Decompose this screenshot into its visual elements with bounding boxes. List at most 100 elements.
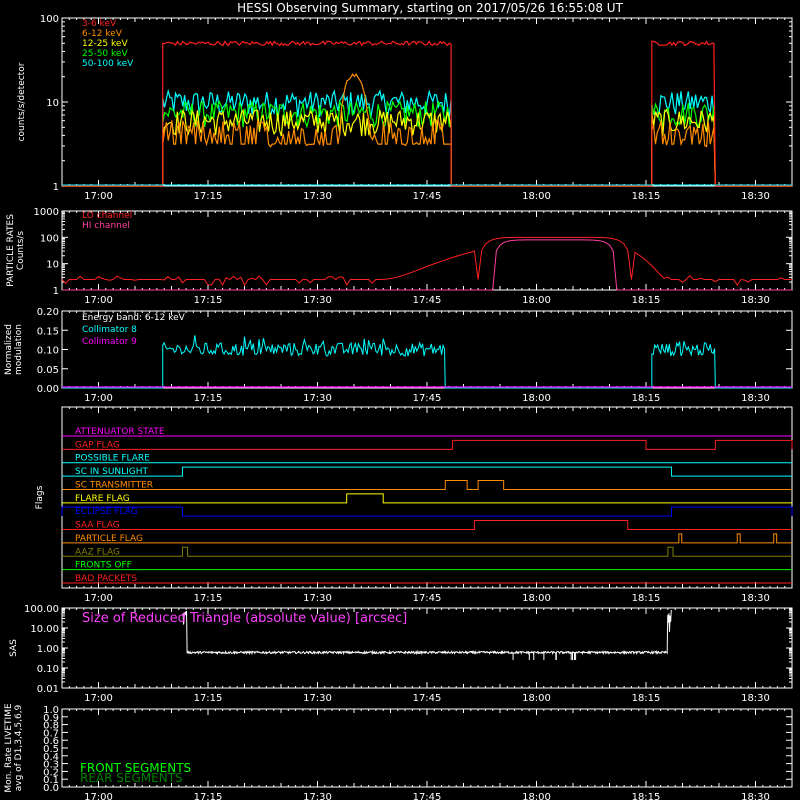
time-tick-label: 17:15	[194, 792, 223, 800]
time-tick-label: 18:00	[522, 792, 551, 800]
time-tick-label: 17:30	[303, 191, 332, 202]
particle-rates-ytick-label: 1000	[34, 207, 59, 218]
time-tick-label: 17:15	[194, 693, 223, 704]
particle-rates-ytick-label: 1	[53, 286, 59, 297]
time-tick-label: 18:15	[632, 693, 661, 704]
flags-frame	[61, 406, 793, 589]
plot-title: HESSI Observing Summary, starting on 201…	[237, 1, 623, 15]
flag-line-AAZ-FLAG	[62, 546, 792, 557]
livetime-ylabel: avg of D1,3,4,5,6,9	[14, 704, 24, 791]
time-tick-label: 17:00	[84, 593, 113, 604]
modulation-ytick-label: 0.20	[37, 307, 59, 318]
modulation-ylabel: modulation	[14, 324, 24, 375]
time-tick-label: 18:00	[522, 191, 551, 202]
flag-label-FRONTS-OFF: FRONTS OFF	[75, 561, 132, 571]
modulation-ytick-label: 0.05	[37, 365, 59, 376]
legend-Collimator-8: Collimator 8	[82, 325, 137, 335]
time-tick-label: 18:30	[741, 393, 770, 404]
time-tick-label: 18:00	[522, 295, 551, 306]
flag-label-SC-TRANSMITTER: SC TRANSMITTER	[75, 480, 153, 490]
sas-ytick-label: 10.00	[30, 624, 59, 635]
energy-band-label: Energy band: 6-12 keV	[82, 313, 186, 323]
count-rates-panel: 17:00 17:15 17:30 17:45 18:00 18:15 18:30 1 10 10…	[17, 14, 793, 202]
particle-rates-ytick-label: 100	[40, 233, 59, 244]
count-rates-ytick-label: 100	[40, 14, 59, 25]
count-rates-ytick-label: 1	[53, 182, 59, 193]
time-tick-label: 18:15	[632, 792, 661, 800]
time-tick-label: 17:45	[413, 792, 442, 800]
legend-6-12-keV: 6-12 keV	[82, 29, 123, 39]
flag-line-ECLIPSE-FLAG	[61, 506, 793, 517]
flag-label-SAA-FLAG: SAA FLAG	[75, 521, 120, 531]
count-rates-ytick-label: 10	[46, 98, 59, 109]
time-tick-label: 17:00	[84, 191, 113, 202]
time-tick-label: 17:15	[194, 593, 223, 604]
livetime-panel: 17:00 17:15 17:30 17:45 18:00 18:15 18:300.00.…	[4, 703, 793, 800]
flags-ylabel: Flags	[35, 485, 45, 509]
time-tick-label: 17:15	[194, 295, 223, 306]
flag-line-SAA-FLAG	[62, 520, 792, 531]
flag-line-PARTICLE-FLAG	[62, 533, 792, 544]
flag-label-AAZ-FLAG: AAZ FLAG	[75, 547, 120, 557]
time-tick-label: 17:30	[303, 792, 332, 800]
time-tick-label: 18:00	[522, 393, 551, 404]
legend-25-50-keV: 25-50 keV	[82, 49, 128, 59]
sas-annotation: Size of Reduced Triangle (absolute value…	[82, 611, 407, 626]
flag-label-SC-IN-SUNLIGHT: SC IN SUNLIGHT	[75, 467, 149, 477]
time-tick-label: 18:30	[741, 191, 770, 202]
flag-line-SC-IN-SUNLIGHT	[62, 466, 792, 477]
particle-rates-ytick-label: 10	[46, 260, 59, 271]
flag-label-ATTENUATOR-STATE: ATTENUATOR STATE	[75, 427, 165, 437]
legend-12-25-keV: 12-25 keV	[82, 39, 128, 49]
flag-label-PARTICLE-FLAG: PARTICLE FLAG	[75, 534, 143, 544]
time-tick-label: 17:15	[194, 191, 223, 202]
particle-rates-ylabel: Counts/s	[16, 231, 26, 270]
time-tick-label: 17:30	[303, 693, 332, 704]
series-line-collimator-8	[62, 335, 792, 389]
particle-rates-frame	[61, 210, 793, 291]
time-tick-label: 17:30	[303, 593, 332, 604]
flag-label-ECLIPSE-FLAG: ECLIPSE FLAG	[75, 507, 138, 517]
series-line-6-12-keV	[62, 73, 792, 187]
time-tick-label: 18:00	[522, 593, 551, 604]
time-tick-label: 18:15	[632, 393, 661, 404]
legend-REAR-SEGMENTS: REAR SEGMENTS	[80, 771, 183, 785]
sas-ytick-label: 0.01	[37, 684, 59, 695]
time-tick-label: 18:15	[632, 593, 661, 604]
time-tick-label: 18:15	[632, 295, 661, 306]
flags-panel: 17:00 17:15 17:30 17:45 18:00 18:15 18:30 Flags…	[35, 406, 793, 604]
sas-ytick-label: 100.00	[24, 604, 59, 615]
time-tick-label: 17:00	[84, 693, 113, 704]
sas-ytick-label: 0.10	[37, 664, 59, 675]
time-tick-label: 17:30	[303, 295, 332, 306]
time-tick-label: 17:00	[84, 295, 113, 306]
time-tick-label: 18:30	[741, 593, 770, 604]
legend-HI-channel: HI channel	[82, 221, 130, 231]
flag-line-GAP-FLAG	[62, 439, 793, 450]
legend-50-100-keV: 50-100 keV	[82, 59, 134, 69]
time-tick-label: 17:15	[194, 393, 223, 404]
livetime-ytick-label: 1.0	[43, 705, 59, 716]
flag-line-FLARE-FLAG	[62, 493, 792, 504]
count-rates-ylabel: counts/s/detector	[17, 62, 27, 141]
sas-ylabel: SAS	[9, 639, 19, 657]
series-line-LO-channel	[61, 236, 792, 287]
time-tick-label: 18:30	[741, 693, 770, 704]
hessi-summary-plot: HESSI Observing Summary, starting on 201…	[4, 1, 793, 800]
flag-label-POSSIBLE-FLARE: POSSIBLE FLARE	[75, 454, 150, 464]
modulation-ytick-label: 0.15	[37, 326, 59, 337]
flag-label-BAD-PACKETS: BAD PACKETS	[75, 574, 137, 584]
particle-rates-panel: 17:00 17:15 17:30 17:45 18:00 18:15 18:30 1 10 10…	[6, 207, 793, 306]
modulation-ytick-label: 0.00	[37, 384, 59, 395]
sas-ytick-label: 1.00	[37, 644, 59, 655]
time-tick-label: 18:00	[522, 693, 551, 704]
time-tick-label: 17:00	[84, 393, 113, 404]
time-tick-label: 17:30	[303, 393, 332, 404]
legend-LO-channel: LO channel	[82, 211, 132, 221]
sas-panel: 17:00 17:15 17:30 17:45 18:00 18:15 18:30 0.01 0…	[9, 604, 793, 704]
time-tick-label: 17:45	[413, 295, 442, 306]
time-tick-label: 17:45	[413, 393, 442, 404]
time-tick-label: 17:00	[84, 792, 113, 800]
modulation-panel: 17:00 17:15 17:30 17:45 18:00 18:15 18:30 0.00 0…	[4, 307, 793, 404]
time-tick-label: 17:45	[413, 593, 442, 604]
